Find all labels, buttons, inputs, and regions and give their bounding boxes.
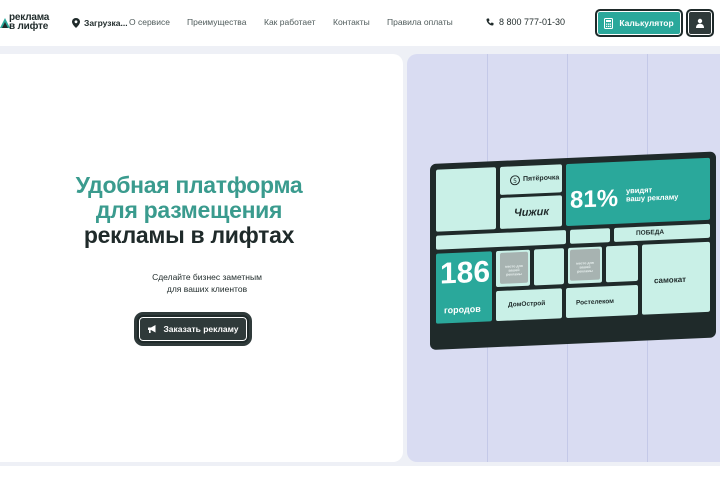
tile-pobeda: ПОБЕДА xyxy=(614,223,710,242)
ad-placeholder-1: место для вашей рекламы xyxy=(500,251,528,284)
account-button[interactable] xyxy=(686,9,714,37)
tile-chizhik: Чижик xyxy=(500,195,562,229)
ad-placeholder-2: место для вашей рекламы xyxy=(570,248,600,281)
calculator-label: Калькулятор xyxy=(619,18,674,28)
nav-payment-rules[interactable]: Правила оплаты xyxy=(387,17,453,27)
user-icon xyxy=(696,18,704,28)
tile-percent: 81% увидят вашу рекламу xyxy=(566,157,710,227)
logo[interactable]: реклама в лифте xyxy=(0,12,56,34)
tile-cities: 186 городов xyxy=(436,251,492,324)
location-selector[interactable]: Загрузка... xyxy=(72,17,128,29)
location-text: Загрузка... xyxy=(84,18,128,28)
nav-contacts[interactable]: Контакты xyxy=(333,17,370,27)
pyaterochka-logo-icon: 5 xyxy=(510,175,520,186)
hero-visual-panel: 5 Пятёрочка Чижик 81% увидят вашу реклам… xyxy=(407,54,720,462)
phone-icon xyxy=(486,18,494,26)
calculator-icon xyxy=(604,17,614,29)
hero-subtitle: Сделайте бизнес заметным для ваших клиен… xyxy=(152,272,262,294)
megaphone-icon xyxy=(148,325,156,333)
order-ad-button[interactable]: Заказать рекламу xyxy=(137,315,249,343)
calculator-button[interactable]: Калькулятор xyxy=(595,9,683,37)
svg-text:5: 5 xyxy=(513,178,517,185)
hero-title: Удобная платформа для размещения рекламы… xyxy=(75,172,303,248)
tile-samokat: самокат xyxy=(642,241,710,315)
site-header: реклама в лифте Загрузка... О сервисе Пр… xyxy=(0,0,720,46)
order-ad-label: Заказать рекламу xyxy=(163,324,239,334)
nav-how-it-works[interactable]: Как работает xyxy=(264,17,316,27)
bottom-strip xyxy=(0,466,720,480)
nav-advantages[interactable]: Преимущества xyxy=(187,17,246,27)
nav-about[interactable]: О сервисе xyxy=(129,17,170,27)
tile-domostroy: ДомОстрой xyxy=(496,288,562,322)
hero-card xyxy=(0,54,403,462)
phone-number: 8 800 777-01-30 xyxy=(499,17,566,27)
phone-link[interactable]: 8 800 777-01-30 xyxy=(486,17,565,27)
elevator-screen-mockup: 5 Пятёрочка Чижик 81% увидят вашу реклам… xyxy=(430,151,716,350)
tile-pyaterochka: 5 Пятёрочка xyxy=(500,164,562,195)
logo-text: реклама в лифте xyxy=(9,12,50,32)
map-pin-icon xyxy=(72,18,80,28)
tile-rostelecom: Ростелеком xyxy=(566,284,638,319)
